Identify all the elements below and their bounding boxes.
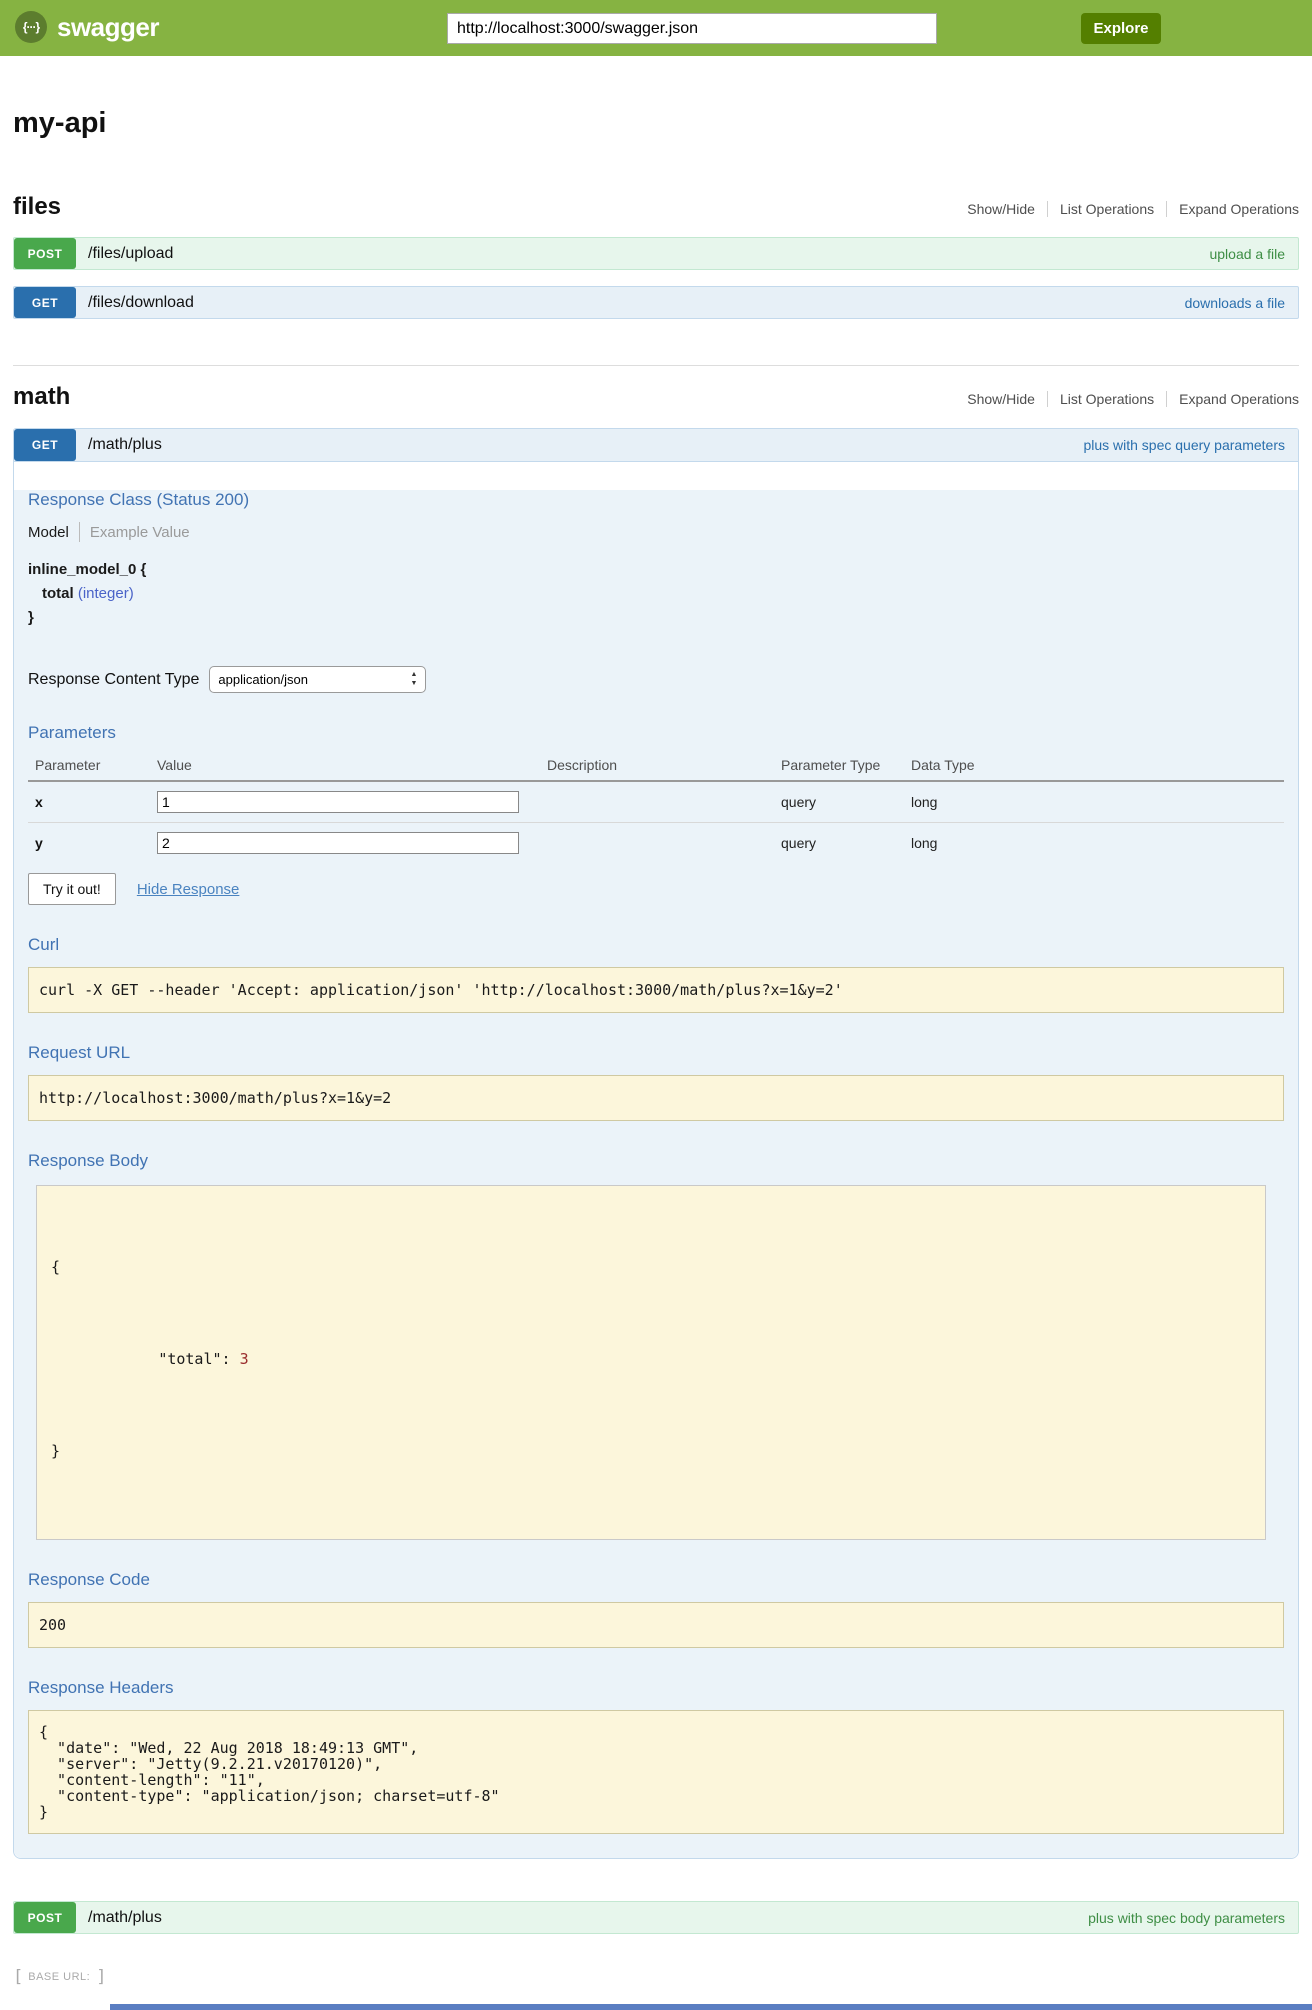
response-body-open-brace: {: [51, 1256, 1251, 1279]
parameter-row-y: y query long: [28, 823, 1284, 863]
column-parameter-type: Parameter Type: [781, 757, 911, 773]
resource-title-math: math: [13, 383, 70, 411]
endpoint-path[interactable]: /files/download: [88, 294, 1185, 312]
column-value: Value: [157, 757, 547, 773]
parameter-type: query: [781, 835, 911, 851]
endpoint-summary-link[interactable]: upload a file: [1209, 246, 1285, 262]
base-url-footer: [ BASE URL: ]: [13, 1967, 1312, 1987]
response-body-key: "total": [158, 1350, 221, 1368]
parameter-type: query: [781, 794, 911, 810]
model-tabs: Model Example Value: [28, 522, 1284, 542]
method-badge-get[interactable]: GET: [14, 429, 76, 461]
method-badge-get[interactable]: GET: [14, 287, 76, 318]
column-description: Description: [547, 757, 781, 773]
curl-heading: Curl: [28, 935, 1284, 955]
operation-content: Response Class (Status 200) Model Exampl…: [14, 490, 1298, 1858]
operation-get-math-plus: GET /math/plus plus with spec query para…: [13, 428, 1299, 1859]
resource-header-math: math Show/Hide List Operations Expand Op…: [13, 383, 1299, 411]
endpoint-path[interactable]: /math/plus: [88, 436, 1083, 454]
parameter-name: x: [35, 794, 157, 810]
response-body-heading: Response Body: [28, 1151, 1284, 1171]
response-code-value: 200: [28, 1602, 1284, 1648]
model-open: inline_model_0 {: [28, 558, 1284, 582]
parameter-data-type: long: [911, 794, 1284, 810]
endpoint-row-files-download: GET /files/download downloads a file: [13, 286, 1299, 319]
hide-response-link[interactable]: Hide Response: [137, 881, 240, 898]
parameter-y-input[interactable]: [157, 832, 519, 854]
parameter-row-x: x query long: [28, 782, 1284, 823]
request-url-value: http://localhost:3000/math/plus?x=1&y=2: [28, 1075, 1284, 1121]
endpoint-row-math-plus-get: GET /math/plus plus with spec query para…: [14, 429, 1298, 462]
response-body-json: { "total": 3 }: [36, 1185, 1266, 1540]
response-class-heading: Response Class (Status 200): [28, 490, 1284, 510]
swagger-logo-icon: {···}: [15, 11, 47, 43]
endpoint-summary-link[interactable]: plus with spec body parameters: [1088, 1910, 1285, 1926]
math-expand-operations-link[interactable]: Expand Operations: [1166, 391, 1299, 407]
tab-model[interactable]: Model: [28, 524, 79, 541]
endpoint-row-files-upload: POST /files/upload upload a file: [13, 237, 1299, 270]
response-body-close-brace: }: [51, 1440, 1251, 1463]
swagger-brand-link[interactable]: {···} swagger: [15, 11, 159, 43]
files-show-hide-link[interactable]: Show/Hide: [955, 201, 1047, 217]
response-content-type-select[interactable]: application/json: [209, 666, 426, 693]
parameters-table-header: Parameter Value Description Parameter Ty…: [28, 757, 1284, 782]
math-list-operations-link[interactable]: List Operations: [1047, 391, 1166, 407]
try-it-out-button[interactable]: Try it out!: [28, 873, 116, 905]
parameters-heading: Parameters: [28, 723, 1284, 743]
response-headers-heading: Response Headers: [28, 1678, 1284, 1698]
method-badge-post[interactable]: POST: [14, 238, 76, 269]
api-url-input[interactable]: [447, 13, 937, 44]
base-url-label: BASE URL:: [28, 1971, 90, 1983]
brand-title: swagger: [57, 12, 159, 43]
bottom-message-bar: [110, 2004, 1312, 2010]
endpoint-path[interactable]: /files/upload: [88, 245, 1209, 263]
page-title: my-api: [13, 107, 1299, 140]
model-signature: inline_model_0 { total (integer) }: [28, 558, 1284, 630]
curl-command: curl -X GET --header 'Accept: applicatio…: [28, 967, 1284, 1013]
parameter-data-type: long: [911, 835, 1284, 851]
footer-close-bracket: ]: [96, 1967, 106, 1987]
footer-open-bracket: [: [13, 1967, 23, 1987]
resource-header-files: files Show/Hide List Operations Expand O…: [13, 193, 1299, 221]
model-property-name: total: [42, 585, 74, 602]
files-expand-operations-link[interactable]: Expand Operations: [1166, 201, 1299, 217]
files-list-operations-link[interactable]: List Operations: [1047, 201, 1166, 217]
response-body-value: 3: [240, 1350, 249, 1368]
endpoint-row-math-plus-post: POST /math/plus plus with spec body para…: [13, 1901, 1299, 1934]
request-url-heading: Request URL: [28, 1043, 1284, 1063]
response-headers-json: { "date": "Wed, 22 Aug 2018 18:49:13 GMT…: [28, 1710, 1284, 1834]
parameter-name: y: [35, 835, 157, 851]
endpoint-summary-link[interactable]: downloads a file: [1185, 295, 1285, 311]
parameter-x-input[interactable]: [157, 791, 519, 813]
math-show-hide-link[interactable]: Show/Hide: [955, 391, 1047, 407]
method-badge-post[interactable]: POST: [14, 1902, 76, 1933]
model-property-type: (integer): [78, 585, 134, 602]
response-code-heading: Response Code: [28, 1570, 1284, 1590]
top-bar: {···} swagger Explore: [0, 0, 1312, 56]
model-close: }: [28, 606, 1284, 630]
endpoint-summary-link[interactable]: plus with spec query parameters: [1083, 437, 1285, 453]
column-data-type: Data Type: [911, 757, 1284, 773]
endpoint-path[interactable]: /math/plus: [88, 1909, 1088, 1927]
section-divider: [13, 365, 1299, 366]
resource-title-files: files: [13, 193, 61, 221]
column-parameter: Parameter: [35, 757, 157, 773]
explore-button[interactable]: Explore: [1081, 13, 1161, 44]
response-content-type-label: Response Content Type: [28, 671, 199, 689]
tab-example-value[interactable]: Example Value: [80, 524, 190, 541]
